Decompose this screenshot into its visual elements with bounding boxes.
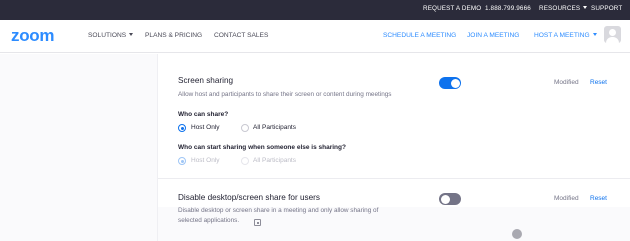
join-meeting-link[interactable]: JOIN A MEETING xyxy=(467,32,519,39)
disable-screen-share-modified-label: Modified xyxy=(554,195,579,202)
top-utility-bar: REQUEST A DEMO 1.888.799.9666 RESOURCES … xyxy=(0,0,630,20)
zoom-logo[interactable]: zoom xyxy=(11,26,54,46)
avatar-head xyxy=(609,29,616,36)
who-can-share-host-only-label[interactable]: Host Only xyxy=(191,124,220,131)
settings-side-panel xyxy=(0,54,158,241)
request-demo-link[interactable]: REQUEST A DEMO xyxy=(423,5,481,12)
chevron-down-icon xyxy=(129,33,134,36)
resources-label: RESOURCES xyxy=(539,5,581,12)
phone-number-link[interactable]: 1.888.799.9666 xyxy=(485,5,531,12)
toggle-knob xyxy=(440,194,450,204)
who-can-start-host-only-radio[interactable] xyxy=(178,157,186,165)
disable-screen-share-title: Disable desktop/screen share for users xyxy=(178,193,320,202)
info-icon[interactable] xyxy=(254,219,261,226)
avatar-body xyxy=(606,37,619,43)
disable-screen-share-description: Disable desktop or screen share in a mee… xyxy=(178,207,379,214)
settings-divider xyxy=(158,178,630,179)
schedule-meeting-link[interactable]: SCHEDULE A MEETING xyxy=(383,32,456,39)
contact-sales-link[interactable]: CONTACT SALES xyxy=(214,32,268,39)
who-can-share-host-only-radio[interactable] xyxy=(178,124,186,132)
screen-sharing-reset-link[interactable]: Reset xyxy=(590,79,607,86)
plans-pricing-link[interactable]: PLANS & PRICING xyxy=(145,32,202,39)
disable-screen-share-description-cont: selected applications. xyxy=(178,217,240,224)
chevron-down-icon xyxy=(592,33,597,36)
who-can-share-label: Who can share? xyxy=(178,111,229,118)
host-meeting-label: HOST A MEETING xyxy=(534,32,590,39)
main-navigation: zoom SOLUTIONS PLANS & PRICING CONTACT S… xyxy=(0,20,630,53)
disable-screen-share-toggle[interactable] xyxy=(439,193,461,205)
user-avatar[interactable] xyxy=(604,26,621,43)
disable-screen-share-reset-link[interactable]: Reset xyxy=(590,195,607,202)
chevron-down-icon xyxy=(583,6,588,9)
solutions-label: SOLUTIONS xyxy=(88,32,127,39)
solutions-menu[interactable]: SOLUTIONS xyxy=(88,32,134,39)
resources-menu[interactable]: RESOURCES xyxy=(539,5,588,12)
who-can-start-all-participants-radio[interactable] xyxy=(241,157,249,165)
screen-sharing-modified-label: Modified xyxy=(554,79,579,86)
toggle-knob xyxy=(450,78,460,88)
who-can-start-sharing-label: Who can start sharing when someone else … xyxy=(178,144,346,151)
host-meeting-menu[interactable]: HOST A MEETING xyxy=(534,32,597,39)
who-can-start-host-only-label[interactable]: Host Only xyxy=(191,157,220,164)
cursor-dot xyxy=(512,229,522,239)
support-link[interactable]: SUPPORT xyxy=(591,5,622,12)
who-can-start-all-participants-label[interactable]: All Participants xyxy=(253,157,296,164)
screen-sharing-description: Allow host and participants to share the… xyxy=(178,91,392,98)
screen-sharing-toggle[interactable] xyxy=(439,77,461,89)
who-can-share-all-participants-label[interactable]: All Participants xyxy=(253,124,296,131)
screen-sharing-title: Screen sharing xyxy=(178,76,234,85)
who-can-share-all-participants-radio[interactable] xyxy=(241,124,249,132)
